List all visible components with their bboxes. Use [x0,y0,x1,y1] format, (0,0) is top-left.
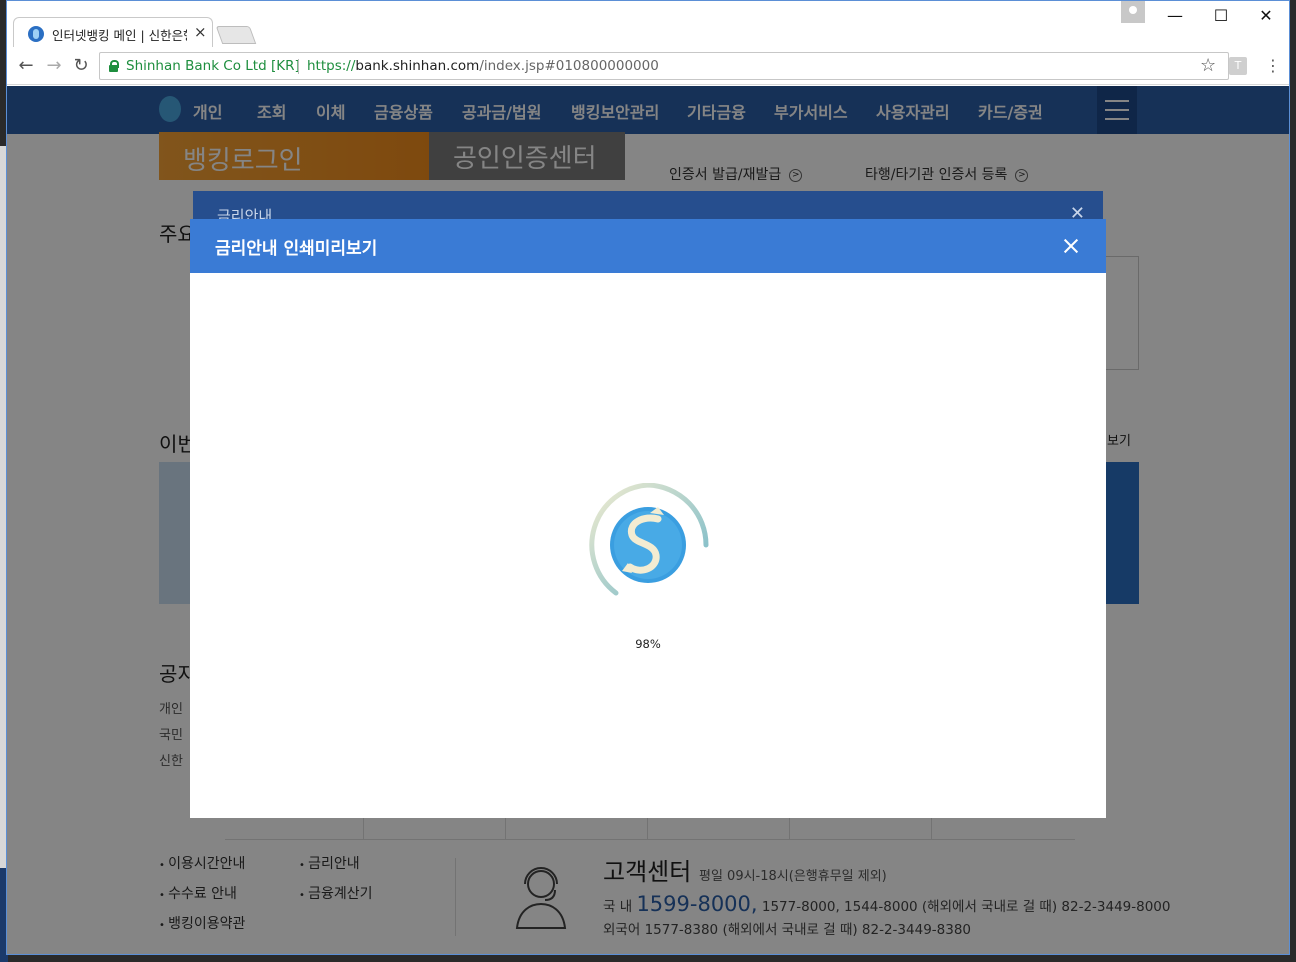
back-button[interactable]: ← [15,55,37,77]
url-host: bank.shinhan.com [355,58,480,74]
modal-header: 금리안내 인쇄미리보기 [190,219,1106,273]
page-content: 개인 조회 이체 금융상품 공과금/법원 뱅킹보안관리 기타금융 부가서비스 사… [7,86,1289,954]
browser-window: 인터넷뱅킹 메인 | 신한은행 × — ☐ ✕ ← → ↻ Shinhan Ba… [6,0,1290,955]
reload-button[interactable]: ↻ [70,55,92,77]
close-icon[interactable] [1056,231,1086,261]
forward-button[interactable]: → [43,55,65,77]
maximize-button[interactable]: ☐ [1201,5,1241,27]
url-path: /index.jsp#010800000000 [479,58,659,74]
address-bar[interactable]: Shinhan Bank Co Ltd [KR] https://bank.sh… [99,52,1229,80]
print-preview-modal: 금리안내 인쇄미리보기 98% [190,219,1106,818]
minimize-button[interactable]: — [1155,5,1195,27]
address-separator [298,59,299,74]
close-window-button[interactable]: ✕ [1246,5,1286,27]
bookmark-star-icon[interactable]: ☆ [1200,55,1216,76]
url-scheme: https:// [307,58,356,74]
tab-title: 인터넷뱅킹 메인 | 신한은행 [52,28,187,43]
lock-icon [109,60,119,72]
tab-close-icon[interactable]: × [194,23,207,41]
user-profile-icon[interactable] [1121,1,1145,23]
url-text[interactable]: https://bank.shinhan.com/index.jsp#01080… [307,58,659,74]
extension-icon[interactable]: T [1229,57,1247,75]
loading-spinner-icon [589,483,709,606]
site-identity[interactable]: Shinhan Bank Co Ltd [KR] [126,58,300,74]
browser-menu-icon[interactable]: ⋮ [1263,56,1283,76]
shinhan-favicon-icon [28,26,44,42]
progress-percent: 98% [635,637,661,651]
new-tab-button[interactable] [215,26,257,44]
title-bar: 인터넷뱅킹 메인 | 신한은행 × — ☐ ✕ [7,1,1289,47]
modal-title: 금리안내 인쇄미리보기 [215,239,378,259]
browser-tab[interactable]: 인터넷뱅킹 메인 | 신한은행 × [13,17,213,47]
browser-toolbar: ← → ↻ Shinhan Bank Co Ltd [KR] https://b… [7,47,1289,85]
